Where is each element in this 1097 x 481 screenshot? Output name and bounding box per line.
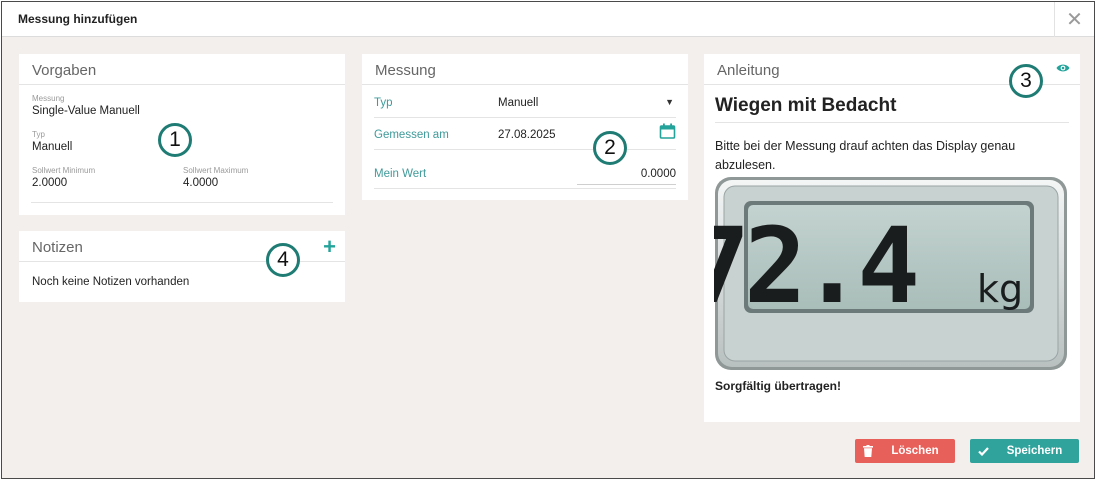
gemessen-label: Gemessen am <box>374 129 449 141</box>
check-icon <box>970 439 996 463</box>
vorgabe-messung-label: Messung <box>32 94 65 103</box>
callout-2: 2 <box>593 131 627 165</box>
eye-icon[interactable] <box>1056 63 1070 73</box>
soll-max-value: 4.0000 <box>183 177 219 189</box>
messung-panel: Messung Typ Manuell ▼ Gemessen am 27.08.… <box>362 54 688 200</box>
vorgabe-soll-min: Sollwert Minimum 2.0000 <box>32 166 95 189</box>
soll-max-label: Sollwert Maximum <box>183 166 249 175</box>
gemessen-value: 27.08.2025 <box>498 129 556 141</box>
delete-button[interactable]: Löschen <box>855 439 955 463</box>
save-label: Speichern <box>1006 445 1063 457</box>
typ-label: Typ <box>374 97 393 109</box>
vorgaben-divider <box>31 202 333 203</box>
dialog-title: Messung hinzufügen <box>18 12 138 26</box>
vorgabe-soll-max: Sollwert Maximum 4.0000 <box>183 166 248 189</box>
calendar-icon[interactable] <box>659 123 676 139</box>
close-button[interactable]: ✕ <box>1054 2 1094 37</box>
vorgabe-typ: Typ Manuell <box>32 130 72 153</box>
guide-footer: Sorgfältig übertragen! <box>715 379 842 393</box>
dialog-titlebar: Messung hinzufügen ✕ <box>2 2 1094 37</box>
gemessen-am-field[interactable]: Gemessen am 27.08.2025 <box>374 120 676 150</box>
vorgabe-messung-value: Single-Value Manuell <box>32 105 140 117</box>
scale-display-value: 72.4 <box>714 205 915 327</box>
typ-value: Manuell <box>498 97 539 109</box>
measurement-dialog: Messung hinzufügen ✕ Vorgaben Messung Si… <box>1 1 1095 479</box>
delete-label: Löschen <box>891 445 939 457</box>
vorgabe-typ-value: Manuell <box>32 141 73 153</box>
vorgabe-typ-label: Typ <box>32 130 45 139</box>
plus-icon: + <box>323 234 336 259</box>
vorgabe-messung: Messung Single-Value Manuell <box>32 94 140 117</box>
guide-divider <box>715 122 1069 123</box>
vorgaben-heading: Vorgaben <box>19 54 345 85</box>
add-note-button[interactable]: + <box>323 234 336 260</box>
soll-min-value: 2.0000 <box>32 177 68 189</box>
save-button[interactable]: Speichern <box>970 439 1079 463</box>
trash-icon <box>855 439 881 463</box>
callout-1: 1 <box>158 123 192 157</box>
soll-min-label: Sollwert Minimum <box>32 166 96 175</box>
messung-heading: Messung <box>362 54 688 85</box>
notes-empty-text: Noch keine Notizen vorhanden <box>32 276 190 288</box>
typ-select[interactable]: Typ Manuell ▼ <box>374 88 676 118</box>
chevron-down-icon: ▼ <box>665 97 674 107</box>
anleitung-panel: Anleitung Wiegen mit Bedacht Bitte bei d… <box>704 54 1080 422</box>
close-icon: ✕ <box>1066 9 1083 31</box>
mein-wert-row: Mein Wert 0.0000 <box>374 159 676 189</box>
scale-display-unit: kg <box>977 267 1023 311</box>
callout-4: 4 <box>266 243 300 277</box>
guide-title: Wiegen mit Bedacht <box>715 95 897 116</box>
scale-display-image: 72.4 kg <box>714 177 1067 370</box>
mein-wert-input[interactable]: 0.0000 <box>577 163 676 185</box>
callout-3: 3 <box>1009 64 1043 98</box>
mein-wert-label: Mein Wert <box>374 168 427 180</box>
guide-text: Bitte bei der Messung drauf achten das D… <box>715 139 1016 172</box>
